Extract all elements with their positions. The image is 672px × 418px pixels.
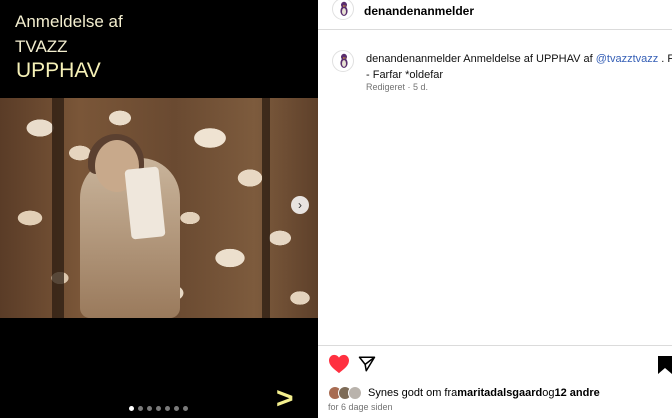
likes-user-link[interactable]: maritadalsgaard (457, 387, 542, 399)
media-caption-line1: Anmeldelse af (15, 12, 123, 31)
penguin-logo-icon (340, 53, 348, 68)
post-timestamp: for 6 dage siden (328, 402, 393, 412)
heart-filled-icon[interactable] (328, 354, 350, 374)
author-avatar[interactable] (332, 0, 354, 20)
carousel-dot[interactable] (174, 406, 179, 411)
held-cloth (124, 166, 166, 240)
carousel-dot[interactable] (129, 406, 134, 411)
caption-author[interactable]: denandenanmelder (366, 53, 461, 65)
caption-line2: - Farfar *oldefar (366, 69, 444, 81)
penguin-logo-icon (340, 1, 348, 16)
caption-text: Anmeldelse af UPPHAV af (463, 53, 596, 65)
comment-author-avatar[interactable] (332, 50, 354, 72)
next-image-button[interactable]: › (291, 196, 309, 214)
author-username[interactable]: denandenanmelder (364, 4, 474, 18)
post-caption: denandenanmelder Anmeldelse af UPPHAV af… (366, 51, 672, 83)
wooden-pole (262, 98, 270, 318)
post-sidebar: denandenanmelder denandenanmelder Anmeld… (318, 0, 672, 418)
post-media-carousel[interactable]: Anmeldelse af TVAZZ UPPHAV › > (0, 0, 318, 418)
avatar (348, 386, 362, 400)
liker-avatars (328, 386, 362, 400)
carousel-dot[interactable] (156, 406, 161, 411)
bookmark-icon[interactable] (658, 356, 672, 374)
media-caption-line2: TVAZZ (15, 37, 68, 56)
caption-meta: Redigeret · 5 d. (366, 82, 429, 92)
carousel-dot[interactable] (147, 406, 152, 411)
likes-summary: Synes godt om fra maritadalsgaard og 12 … (328, 384, 600, 402)
post-header: denandenanmelder (318, 0, 672, 30)
next-arrow-icon[interactable]: > (276, 384, 294, 414)
likes-prefix: Synes godt om fra (368, 387, 458, 399)
caption-text-tail: . Fejl (661, 53, 672, 65)
paper-plane-icon[interactable] (358, 355, 376, 373)
carousel-dot[interactable] (183, 406, 188, 411)
carousel-dot[interactable] (138, 406, 143, 411)
likes-others-link[interactable]: 12 andre (555, 387, 600, 399)
likes-conjunction: og (542, 387, 555, 399)
carousel-dot[interactable] (165, 406, 170, 411)
carousel-indicator (129, 406, 188, 411)
actions-divider (318, 345, 672, 346)
media-caption-line3: UPPHAV (16, 59, 101, 82)
performance-photo (0, 98, 318, 318)
wooden-pole (52, 98, 64, 318)
caption-mention-link[interactable]: @tvazztvazz (596, 53, 659, 65)
